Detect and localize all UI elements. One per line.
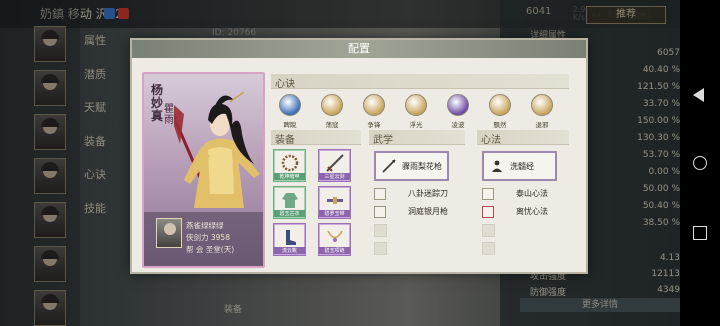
wuxue-main-slot[interactable]: 骤雨梨花枪 <box>374 151 449 181</box>
skill-label: 睥睨 <box>283 121 297 129</box>
xinjue-skill[interactable]: 退邪 <box>528 94 556 129</box>
empty-slot[interactable] <box>374 242 387 255</box>
skill-label: 浮光 <box>409 121 423 129</box>
xinjue-skill[interactable]: 荡寇 <box>318 94 346 129</box>
inner-art-icon <box>482 188 494 200</box>
hero-info: 燕雀绿绿绿 侠剑力 3958 帮 会 圣堂(天) <box>144 212 263 266</box>
equipment-slot[interactable]: 乾坤暗甲 <box>273 149 306 182</box>
equipment-slot[interactable]: 流云靴 <box>273 223 306 256</box>
hero-card: 杨妙真 瞿雨 燕雀绿绿绿 侠剑力 3958 帮 会 圣堂(天) <box>142 72 265 268</box>
empty-slot[interactable] <box>374 224 387 237</box>
section-xinjue-title: 心诀 <box>275 79 295 90</box>
section-xinfa: 心法 <box>477 130 569 146</box>
skill-label: 退邪 <box>535 121 549 129</box>
skill-orb-icon <box>447 94 469 116</box>
nav-bar <box>680 0 720 326</box>
equipment-slot[interactable]: 碧玉项链 <box>318 223 351 256</box>
xinfa-main-name: 洗髓经 <box>510 162 534 171</box>
guild-line: 帮 会 圣堂(天) <box>186 245 235 254</box>
xinfa-item-name: 离忧心法 <box>516 207 548 216</box>
xinfa-item[interactable]: 离忧心法 <box>482 204 572 220</box>
xinjue-skill[interactable]: 睥睨 <box>276 94 304 129</box>
xinfa-main-slot[interactable]: 洗髓经 <box>482 151 557 181</box>
skill-orb-icon <box>279 94 301 116</box>
section-wuxue-title: 武学 <box>373 135 393 146</box>
martial-skill-icon <box>374 188 386 200</box>
skill-orb-icon <box>531 94 553 116</box>
dialog-title: 配置 <box>132 40 586 58</box>
empty-slot[interactable] <box>482 224 495 237</box>
skill-orb-icon <box>405 94 427 116</box>
player-name: 燕雀绿绿绿 <box>186 221 224 230</box>
equipment-name: 三星云剑 <box>319 173 350 180</box>
skill-orb-icon <box>363 94 385 116</box>
skill-orb-icon <box>321 94 343 116</box>
combat-power: 侠剑力 3958 <box>186 232 230 243</box>
wuxue-item-name: 洞庭银月枪 <box>408 207 448 216</box>
section-equipment: 装备 <box>271 130 361 146</box>
equipment-slot[interactable]: 碧罗玉带 <box>318 186 351 219</box>
recent-apps-icon[interactable] <box>693 226 707 240</box>
xinfa-item-name: 泰山心法 <box>516 189 548 198</box>
equipment-name: 碧玉项链 <box>319 247 350 254</box>
player-avatar <box>156 218 182 248</box>
skill-label: 荡寇 <box>325 121 339 129</box>
skill-orb-icon <box>489 94 511 116</box>
meditation-icon <box>492 160 502 172</box>
beads-icon <box>281 154 299 172</box>
robe-icon <box>282 193 298 208</box>
section-xinfa-title: 心法 <box>481 135 501 146</box>
wuxue-main-name: 骤雨梨花枪 <box>402 162 442 171</box>
wuxue-item[interactable]: 洞庭银月枪 <box>374 204 464 220</box>
section-wuxue: 武学 <box>369 130 465 146</box>
wuxue-item[interactable]: 八卦迷踪刀 <box>374 186 464 202</box>
necklace-icon <box>327 230 343 242</box>
martial-skill-icon <box>374 206 386 218</box>
equipment-name: 流云靴 <box>274 247 305 254</box>
equipment-name: 碧玉古衣 <box>274 210 305 217</box>
home-icon[interactable] <box>693 156 707 170</box>
xinjue-skill[interactable]: 飘然 <box>486 94 514 129</box>
skill-label: 凌波 <box>451 121 465 129</box>
xinjue-skill[interactable]: 浮光 <box>402 94 430 129</box>
inner-art-icon <box>482 206 494 218</box>
belt-icon <box>327 197 343 204</box>
spear-icon <box>382 159 396 173</box>
equipment-slot[interactable]: 三星云剑 <box>318 149 351 182</box>
equipment-name: 碧罗玉带 <box>319 210 350 217</box>
back-icon[interactable] <box>693 88 704 102</box>
hero-figure-illustration <box>174 91 260 208</box>
xinjue-skill[interactable]: 凌波 <box>444 94 472 129</box>
sword-icon <box>326 154 344 172</box>
skill-label: 飘然 <box>493 121 507 129</box>
boots-icon <box>286 230 296 245</box>
combat-power-value: 3958 <box>210 233 230 242</box>
xinjue-skill[interactable]: 争锋 <box>360 94 388 129</box>
empty-slot[interactable] <box>482 242 495 255</box>
combat-power-label: 侠剑力 <box>186 233 209 242</box>
section-xinjue: 心诀 <box>271 74 569 90</box>
equipment-slot[interactable]: 碧玉古衣 <box>273 186 306 219</box>
equipment-name: 乾坤暗甲 <box>274 173 305 180</box>
wuxue-item-name: 八卦迷踪刀 <box>408 189 448 198</box>
config-dialog: 配置 杨妙真 瞿雨 燕雀绿绿绿 侠剑力 3958 帮 会 圣堂(天) 心诀 装备… <box>130 38 588 274</box>
xinfa-item[interactable]: 泰山心法 <box>482 186 572 202</box>
section-equipment-title: 装备 <box>275 135 295 146</box>
skill-label: 争锋 <box>367 121 381 129</box>
